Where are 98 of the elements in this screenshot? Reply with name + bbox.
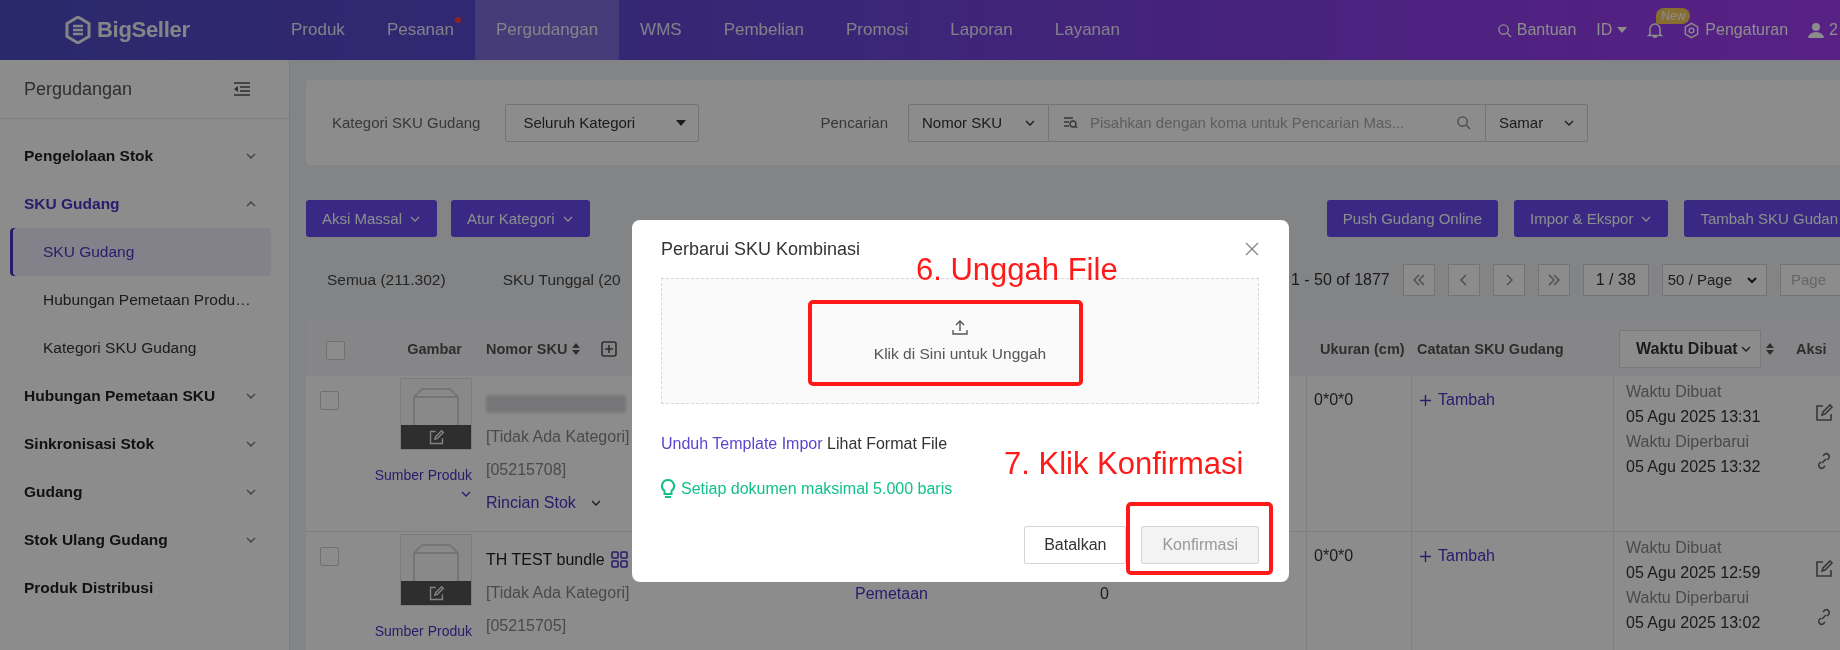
time-value: 05 Agu 2025 13:32	[1626, 457, 1762, 477]
help-link[interactable]: Bantuan	[1496, 21, 1577, 39]
sort-icon[interactable]	[1765, 341, 1774, 356]
tip-text: Setiap dokumen maksimal 5.000 baris	[681, 480, 953, 498]
filter-tab[interactable]: SKU Tunggal (20	[502, 270, 621, 289]
time-label: Waktu Diperbarui	[1626, 588, 1750, 608]
user-icon	[1808, 22, 1825, 38]
bundle-icon	[610, 551, 628, 568]
time-value: 05 Agu 2025 13:31	[1626, 407, 1762, 427]
collapse-icon[interactable]	[233, 82, 251, 96]
add-column-icon[interactable]	[601, 340, 618, 357]
format-link[interactable]: Lihat Format File	[827, 435, 948, 452]
nav-tab[interactable]: Promosi	[824, 0, 930, 60]
sidebar-item[interactable]: Stok Ulang Gudang	[24, 531, 168, 549]
time-label: Waktu Diperbarui	[1626, 432, 1750, 452]
sort-icon[interactable]	[572, 341, 581, 356]
time-label: Waktu Dibuat	[1626, 538, 1723, 558]
table-cell: 0	[1100, 585, 1109, 602]
toolbar-button[interactable]: Push Gudang Online	[1326, 200, 1499, 237]
caret-icon	[676, 118, 687, 127]
page-size-select[interactable]: 50 / Page	[1661, 263, 1767, 296]
cancel-button[interactable]: Batalkan	[1024, 526, 1127, 564]
sidebar-title: Pergudangan	[24, 78, 133, 100]
row-checkbox[interactable]	[320, 391, 339, 410]
upload-icon	[952, 319, 968, 335]
settings-link[interactable]: Pengaturan	[1683, 21, 1789, 39]
sidebar-item[interactable]: Produk Distribusi	[24, 579, 154, 597]
filter-label: Kategori SKU Gudang	[332, 114, 481, 131]
nav-tab[interactable]: Pembelian	[702, 0, 825, 60]
settings-icon	[1683, 21, 1701, 39]
dialog-title: Perbarui SKU Kombinasi	[661, 238, 861, 260]
column-header: Aksi	[1796, 340, 1827, 357]
nav-tab[interactable]: WMS	[619, 0, 703, 60]
add-note-link[interactable]: Tambah	[1419, 547, 1495, 565]
plus-icon	[1419, 549, 1432, 563]
time-value: 05 Agu 2025 13:02	[1626, 613, 1762, 633]
column-header: Gambar	[407, 340, 462, 357]
filter-tab[interactable]: Semua (211.302)	[327, 270, 446, 289]
size-cell: 0*0*0	[1314, 391, 1354, 408]
toolbar-button[interactable]: Atur Kategori	[451, 200, 590, 237]
stock-detail-link[interactable]: Rincian Stok	[486, 493, 576, 512]
list-search-icon	[1063, 116, 1078, 129]
page-indicator: 1 / 38	[1582, 263, 1649, 296]
toolbar-button[interactable]: Impor & Ekspor	[1514, 200, 1669, 237]
sku-code: [05215705]	[486, 615, 568, 636]
column-header: Nomor SKU	[486, 340, 568, 357]
lightbulb-icon	[661, 479, 675, 499]
size-cell: 0*0*0	[1314, 547, 1354, 564]
sidebar-subitem[interactable]: Kategori SKU Gudang	[10, 324, 271, 372]
caret-icon	[1617, 26, 1628, 34]
template-link[interactable]: Unduh Template Impor	[661, 435, 823, 452]
row-checkbox[interactable]	[320, 547, 339, 566]
search-icon	[1456, 115, 1471, 130]
filter-label: Pencarian	[820, 114, 888, 131]
time-value: 05 Agu 2025 12:59	[1626, 563, 1762, 583]
time-label: Waktu Dibuat	[1626, 382, 1723, 402]
bell-icon[interactable]	[1647, 21, 1664, 39]
edit-icon[interactable]	[1814, 403, 1834, 423]
search-icon	[1496, 22, 1512, 38]
nav-tab[interactable]: Laporan	[929, 0, 1034, 60]
user-menu[interactable]: 2	[1808, 21, 1838, 39]
sidebar-item[interactable]: Sinkronisasi Stok	[24, 435, 155, 453]
logo-icon	[65, 16, 91, 44]
edit-icon[interactable]	[427, 584, 445, 602]
select-all-checkbox[interactable]	[326, 341, 345, 360]
language-select[interactable]: ID	[1596, 21, 1628, 39]
new-badge: New	[1656, 8, 1691, 24]
column-header: Ukuran (cm)	[1320, 340, 1405, 357]
page-range: 1 - 50 of 1877	[1291, 270, 1390, 289]
column-header: Catatan SKU Gudang	[1417, 340, 1564, 357]
plus-icon	[1419, 393, 1432, 407]
search-field-select[interactable]: Nomor SKU	[908, 103, 1049, 142]
source-link[interactable]: Sumber Produk	[374, 467, 472, 483]
sidebar-item[interactable]: SKU Gudang	[24, 195, 120, 213]
nav-tab[interactable]: Pesanan	[365, 0, 475, 60]
source-link[interactable]: Sumber Produk	[374, 623, 472, 639]
add-note-link[interactable]: Tambah	[1419, 391, 1495, 409]
toolbar-button[interactable]: Aksi Massal	[306, 200, 438, 237]
sort-field-select[interactable]: Waktu Dibuat	[1619, 329, 1761, 368]
edit-icon[interactable]	[1814, 559, 1834, 579]
sidebar-item[interactable]: Pengelolaan Stok	[24, 147, 154, 165]
sku-category: [Tidak Ada Kategori]	[486, 582, 631, 603]
edit-icon[interactable]	[427, 428, 445, 446]
logo-text: BigSeller	[97, 17, 190, 43]
nav-tab[interactable]: Produk	[270, 0, 366, 60]
toolbar-button[interactable]: Tambah SKU Gudan	[1684, 200, 1840, 237]
sidebar-subitem[interactable]: Hubungan Pemetaan Produ…	[10, 276, 271, 324]
annotation-label: 7. Klik Konfirmasi	[1004, 446, 1244, 482]
close-icon[interactable]	[1245, 242, 1259, 256]
sku-name: TH TEST bundle	[486, 550, 605, 569]
sidebar-item[interactable]: Hubungan Pemetaan SKU	[24, 387, 216, 405]
match-mode-select[interactable]: Samar	[1485, 103, 1588, 142]
mapping-link[interactable]: Pemetaan	[855, 585, 928, 602]
category-select[interactable]: Seluruh Kategori	[505, 103, 700, 142]
nav-tab[interactable]: Layanan	[1033, 0, 1141, 60]
sidebar-subitem[interactable]: SKU Gudang	[10, 228, 271, 276]
sku-code: [05215708]	[486, 459, 568, 480]
sidebar-item[interactable]: Gudang	[24, 483, 83, 501]
